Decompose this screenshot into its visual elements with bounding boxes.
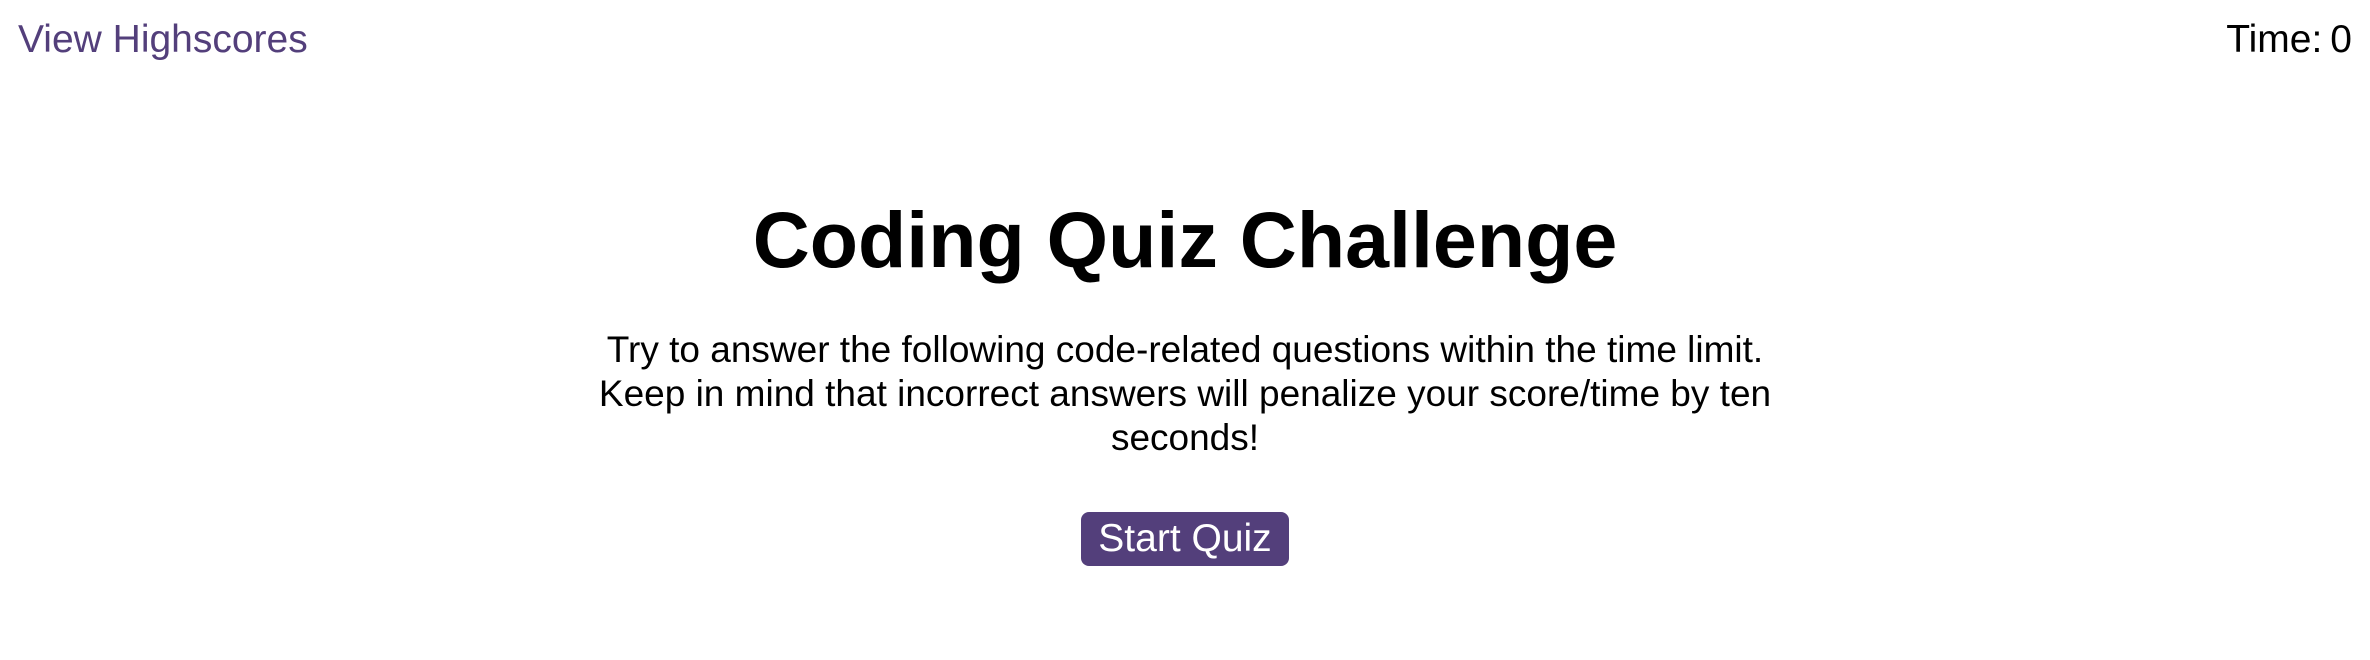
page-title: Coding Quiz Challenge: [752, 195, 1618, 284]
quiz-description: Try to answer the following code-related…: [598, 329, 1772, 458]
timer-value: 0: [2330, 18, 2352, 61]
timer: Time: 0: [2226, 16, 2352, 64]
quiz-intro: Coding Quiz Challenge Try to answer the …: [0, 190, 2370, 566]
start-quiz-button[interactable]: Start Quiz: [1081, 512, 1289, 566]
timer-label: Time:: [2226, 18, 2323, 61]
quiz-page: View Highscores Time: 0 Coding Quiz Chall…: [0, 0, 2370, 660]
top-bar: View Highscores Time: 0: [0, 0, 2370, 80]
view-highscores-link[interactable]: View Highscores: [18, 16, 308, 64]
